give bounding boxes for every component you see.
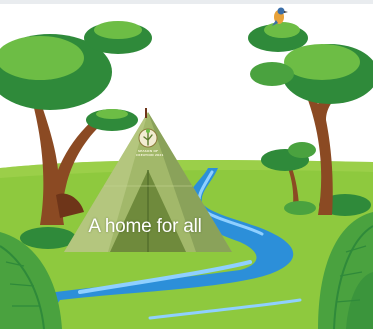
bush-right [284, 201, 316, 215]
logo-line-2: CREATION 2021 [136, 153, 164, 157]
tree-right-canopy-top-highlight [264, 22, 300, 38]
tree-right-canopy-side [250, 62, 294, 86]
illustration-scene: SEASON OF CREATION 2021 A home for all [0, 0, 373, 329]
top-strip [0, 0, 373, 4]
tree-left-canopy-low-highlight [96, 109, 128, 119]
season-of-creation-logo [138, 128, 158, 148]
small-tree-canopy-top [288, 142, 316, 158]
landscape-illustration [0, 0, 373, 329]
tree-left-canopy-highlight [0, 36, 84, 80]
tree-right-canopy-highlight [284, 44, 360, 80]
bush-left [20, 227, 76, 249]
tent-caption: A home for all [88, 216, 202, 237]
tree-left-canopy-top-highlight [94, 21, 142, 39]
